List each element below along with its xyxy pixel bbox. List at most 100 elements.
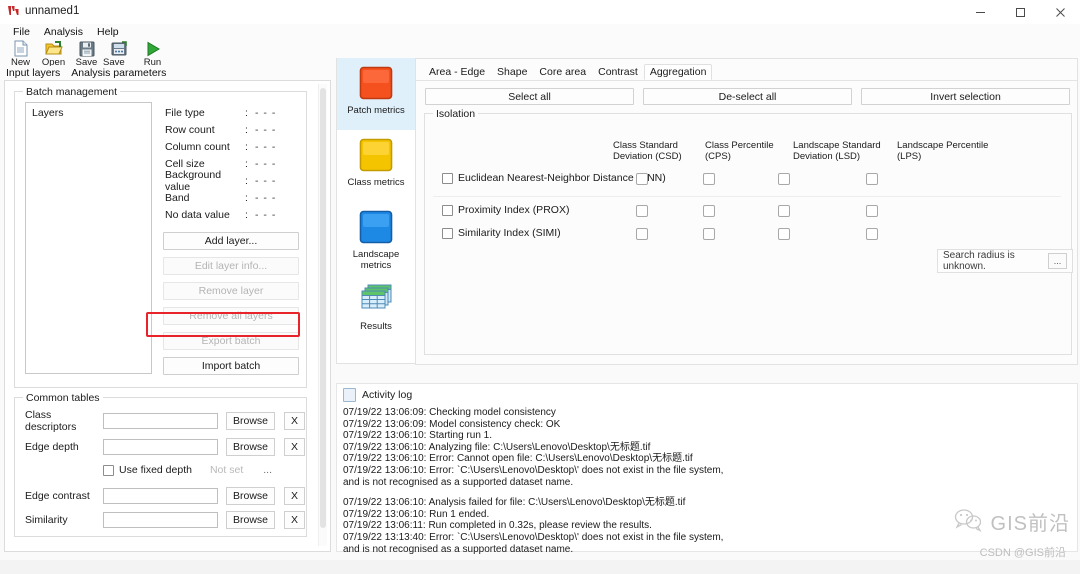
edge-depth-browse-button[interactable]: Browse: [226, 438, 275, 456]
simi-lps-checkbox[interactable]: [866, 228, 878, 240]
new-document-icon: [13, 40, 29, 57]
property-row-count: Row count : - - -: [165, 121, 295, 138]
tab-input-layers[interactable]: Input layers: [0, 67, 65, 79]
simi-lsd-checkbox[interactable]: [778, 228, 790, 240]
layers-list[interactable]: Layers: [25, 102, 152, 374]
import-batch-button[interactable]: Import batch: [163, 357, 299, 375]
edit-layer-info-button[interactable]: Edit layer info...: [163, 257, 299, 275]
property-no-data-value-value: - - -: [255, 208, 277, 221]
simi-csd-checkbox[interactable]: [636, 228, 648, 240]
tab-core-area[interactable]: Core area: [533, 64, 592, 80]
edge-contrast-clear-button[interactable]: X: [284, 487, 305, 505]
toolbar-new-button[interactable]: New: [4, 39, 37, 68]
menu-file[interactable]: File: [6, 26, 37, 38]
toolbar-open-button[interactable]: Open: [37, 39, 70, 68]
search-radius-more-button[interactable]: ...: [1048, 253, 1067, 269]
toolbar-save-button[interactable]: Save: [70, 39, 103, 68]
edge-contrast-clear-label: X: [290, 490, 298, 502]
tab-area-edge[interactable]: Area - Edge: [423, 64, 491, 80]
remove-layer-label: Remove layer: [198, 285, 264, 297]
column-header-csd: Class Standard Deviation (CSD): [613, 140, 682, 162]
fixed-depth-more-button[interactable]: ...: [263, 464, 272, 476]
prox-checkbox[interactable]: [442, 204, 453, 216]
menu-file-label: File: [13, 25, 30, 38]
edge-depth-clear-button[interactable]: X: [284, 438, 305, 456]
tab-contrast[interactable]: Contrast: [592, 64, 644, 80]
toolbar-run-button[interactable]: Run: [136, 39, 169, 68]
simi-checkbox[interactable]: [442, 227, 453, 239]
watermark-credit: CSDN @GIS前沿: [979, 547, 1066, 559]
column-header-cps: Class Percentile (CPS): [705, 140, 774, 162]
simi-label-wrap[interactable]: Similarity Index (SIMI): [442, 227, 561, 239]
log-line: and is not recognised as a supported dat…: [343, 476, 574, 488]
select-all-label: Select all: [508, 90, 551, 103]
use-fixed-depth-checkbox[interactable]: [103, 464, 114, 476]
remove-layer-button[interactable]: Remove layer: [163, 282, 299, 300]
export-batch-button[interactable]: Export batch: [163, 332, 299, 350]
menu-analysis[interactable]: Analysis: [37, 26, 90, 38]
rail-item-patch-metrics[interactable]: Patch metrics: [337, 58, 415, 130]
remove-all-layers-label: Remove all layers: [189, 310, 273, 322]
minimize-button[interactable]: [960, 0, 1000, 24]
prox-cps-checkbox[interactable]: [703, 205, 715, 217]
class-descriptors-clear-button[interactable]: X: [284, 412, 305, 430]
select-all-button[interactable]: Select all: [425, 88, 634, 105]
prox-csd-checkbox[interactable]: [636, 205, 648, 217]
property-band-value: - - -: [255, 191, 277, 204]
tab-shape[interactable]: Shape: [491, 64, 533, 80]
save-as-icon: [111, 40, 128, 57]
open-folder-icon: [44, 40, 63, 57]
prox-lps-checkbox[interactable]: [866, 205, 878, 217]
enn-csd-checkbox[interactable]: [636, 173, 648, 185]
close-button[interactable]: [1040, 0, 1080, 24]
add-layer-button[interactable]: Add layer...: [163, 232, 299, 250]
left-panel-scrollbar-thumb[interactable]: [320, 88, 326, 528]
input-layers-panel: Batch management Layers File type : - - …: [4, 80, 331, 552]
tab-area-edge-label: Area - Edge: [429, 65, 486, 78]
run-play-icon: [145, 40, 161, 57]
rail-item-landscape-metrics[interactable]: Landscape metrics: [337, 202, 415, 274]
tab-analysis-parameters[interactable]: Analysis parameters: [65, 67, 171, 79]
column-header-lps: Landscape Percentile (LPS): [897, 140, 989, 162]
rail-item-patch-metrics-label: Patch metrics: [347, 105, 405, 116]
edge-contrast-browse-button[interactable]: Browse: [226, 487, 275, 505]
prox-label-wrap[interactable]: Proximity Index (PROX): [442, 204, 569, 216]
similarity-clear-button[interactable]: X: [284, 511, 305, 529]
edge-contrast-input[interactable]: [103, 488, 218, 504]
class-descriptors-browse-button[interactable]: Browse: [226, 412, 275, 430]
enn-lps-checkbox[interactable]: [866, 173, 878, 185]
enn-checkbox[interactable]: [442, 172, 453, 184]
left-panel-scrollbar[interactable]: [318, 84, 327, 546]
tab-aggregation[interactable]: Aggregation: [643, 63, 713, 80]
column-header-lsd: Landscape Standard Deviation (LSD): [793, 140, 881, 162]
maximize-button[interactable]: [1000, 0, 1040, 24]
tab-input-layers-label: Input layers: [6, 67, 61, 79]
layer-properties-list: File type : - - - Row count : - - - Colu…: [165, 104, 295, 223]
similarity-input[interactable]: [103, 512, 218, 528]
menu-help[interactable]: Help: [90, 26, 126, 38]
de-select-all-button[interactable]: De-select all: [643, 88, 852, 105]
rail-item-results[interactable]: Results: [337, 274, 415, 346]
isolation-row-enn: Euclidean Nearest-Neighbor Distance (ENN…: [425, 172, 1071, 194]
input-layers-content: Batch management Layers File type : - - …: [5, 81, 316, 551]
property-column-count-value: - - -: [255, 140, 277, 153]
edge-depth-label: Edge depth: [25, 441, 79, 453]
invert-selection-button[interactable]: Invert selection: [861, 88, 1070, 105]
edge-depth-input[interactable]: [103, 439, 218, 455]
enn-label-wrap[interactable]: Euclidean Nearest-Neighbor Distance (ENN…: [442, 172, 666, 184]
remove-all-layers-button[interactable]: Remove all layers: [163, 307, 299, 325]
isolation-title: Isolation: [433, 108, 479, 120]
rail-item-class-metrics[interactable]: Class metrics: [337, 130, 415, 202]
prox-lsd-checkbox[interactable]: [778, 205, 790, 217]
class-descriptors-input[interactable]: [103, 413, 218, 429]
property-no-data-value-label: No data value: [165, 208, 230, 221]
enn-cps-checkbox[interactable]: [703, 173, 715, 185]
common-tables-group: Common tables Class descriptors Browse X…: [14, 392, 307, 537]
metrics-panel: Area - Edge Shape Core area Contrast Agg…: [415, 58, 1078, 365]
property-column-count-label: Column count: [165, 140, 230, 153]
similarity-browse-button[interactable]: Browse: [226, 511, 275, 529]
enn-lsd-checkbox[interactable]: [778, 173, 790, 185]
app-icon: [7, 4, 20, 17]
simi-cps-checkbox[interactable]: [703, 228, 715, 240]
batch-management-title: Batch management: [23, 86, 121, 98]
